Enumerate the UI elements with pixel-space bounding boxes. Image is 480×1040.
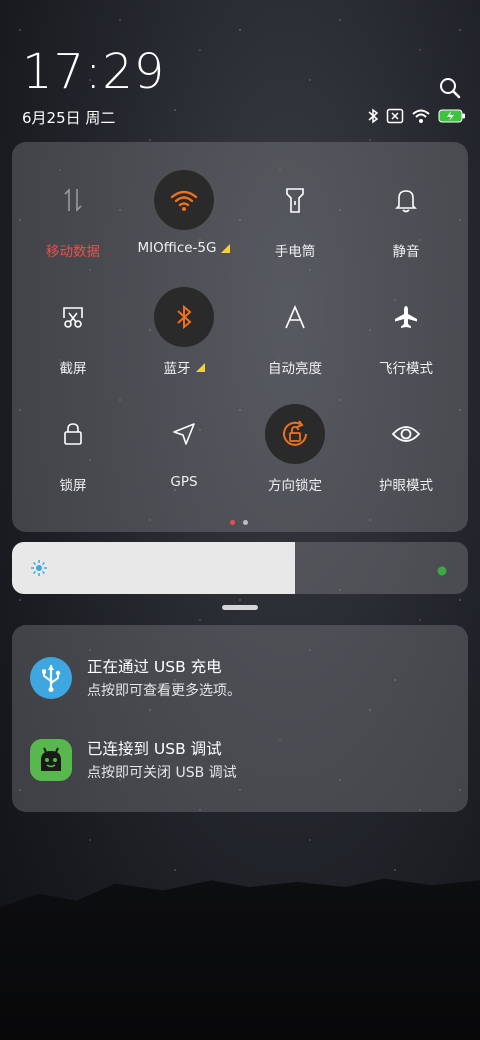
mobile-data-icon xyxy=(43,170,103,230)
warning-triangle-icon xyxy=(221,243,231,253)
quick-setting-tile[interactable]: 移动数据 xyxy=(17,170,129,280)
notification-usb-charging[interactable]: 正在通过 USB 充电 点按即可查看更多选项。 xyxy=(12,647,468,717)
quick-setting-label-text: 方向锁定 xyxy=(268,478,322,494)
quick-setting-label-text: 截屏 xyxy=(59,361,87,377)
quick-setting-tile[interactable]: 手电筒 xyxy=(239,170,351,280)
quick-setting-label: GPS xyxy=(170,474,197,490)
wifi-icon xyxy=(154,170,214,230)
quick-setting-label: 自动亮度 xyxy=(268,357,322,377)
notification-usb-debugging[interactable]: 已连接到 USB 调试 点按即可关闭 USB 调试 xyxy=(12,729,468,799)
notification-body: 点按即可关闭 USB 调试 xyxy=(87,765,237,781)
no-sim-icon xyxy=(386,108,404,128)
page-indicator xyxy=(230,520,248,525)
quick-setting-tile[interactable]: MIOffice-5G xyxy=(128,170,240,280)
bell-icon xyxy=(376,170,436,230)
clock-date: 6月25日 周二 xyxy=(22,109,116,127)
quick-setting-label-text: 飞行模式 xyxy=(379,361,433,377)
quick-setting-tile[interactable]: 截屏 xyxy=(17,287,129,397)
quick-settings-panel: 移动数据 MIOffice-5G 手电筒 静音截屏 蓝牙 自动亮度 飞行模式锁屏 GPS 方向锁… xyxy=(12,142,468,532)
drag-handle[interactable] xyxy=(222,605,258,610)
screenshot-icon xyxy=(43,287,103,347)
quick-setting-tile[interactable]: 锁屏 xyxy=(17,404,129,514)
quick-setting-tile[interactable]: 自动亮度 xyxy=(239,287,351,397)
page-dot-inactive xyxy=(243,520,248,525)
android-icon xyxy=(30,739,72,781)
quick-setting-tile[interactable]: GPS xyxy=(128,404,240,514)
airplane-icon xyxy=(376,287,436,347)
bluetooth-icon xyxy=(154,287,214,347)
quick-setting-label-text: 静音 xyxy=(392,244,420,260)
quick-setting-label: 手电筒 xyxy=(275,240,316,260)
quick-setting-label-text: 锁屏 xyxy=(59,478,87,494)
brightness-slider[interactable] xyxy=(12,542,468,594)
notification-title: 正在通过 USB 充电 xyxy=(87,658,222,676)
quick-setting-label-text: 自动亮度 xyxy=(268,361,322,377)
quick-setting-tile[interactable]: 方向锁定 xyxy=(239,404,351,514)
gps-icon xyxy=(154,404,214,464)
brightness-max-dot xyxy=(436,562,448,581)
search-icon[interactable] xyxy=(438,76,462,100)
sun-low-icon xyxy=(30,559,48,581)
battery-charging-icon xyxy=(438,108,466,128)
wifi-status-icon xyxy=(411,108,431,128)
quick-setting-label: MIOffice-5G xyxy=(138,240,231,256)
brightness-fill xyxy=(12,542,295,594)
quick-setting-label-text: MIOffice-5G xyxy=(137,240,217,256)
flashlight-icon xyxy=(265,170,325,230)
bluetooth-status-icon xyxy=(367,108,379,128)
quick-setting-tile[interactable]: 蓝牙 xyxy=(128,287,240,397)
quick-setting-label: 蓝牙 xyxy=(164,357,205,377)
quick-setting-label-text: 手电筒 xyxy=(274,244,316,260)
quick-setting-label: 静音 xyxy=(393,240,420,260)
quick-setting-label: 移动数据 xyxy=(46,240,100,260)
quick-setting-tile[interactable]: 护眼模式 xyxy=(350,404,462,514)
quick-setting-label: 截屏 xyxy=(60,357,87,377)
warning-triangle-icon xyxy=(195,362,205,372)
status-icons xyxy=(367,108,466,128)
notification-title: 已连接到 USB 调试 xyxy=(87,740,222,758)
notification-card: 正在通过 USB 充电 点按即可查看更多选项。 已连接到 USB 调试 点按即可… xyxy=(12,625,468,812)
auto-brightness-icon xyxy=(265,287,325,347)
quick-setting-label: 护眼模式 xyxy=(379,474,433,494)
notification-body: 点按即可查看更多选项。 xyxy=(87,683,241,699)
quick-setting-tile[interactable]: 飞行模式 xyxy=(350,287,462,397)
eye-icon xyxy=(376,404,436,464)
quick-setting-label-text: 蓝牙 xyxy=(163,361,191,377)
quick-setting-tile[interactable]: 静音 xyxy=(350,170,462,280)
clock-time: 17:29 xyxy=(22,44,166,100)
lock-icon xyxy=(43,404,103,464)
quick-setting-label-text: GPS xyxy=(170,474,198,490)
quick-setting-label-text: 护眼模式 xyxy=(379,478,433,494)
quick-setting-label: 飞行模式 xyxy=(379,357,433,377)
page-dot-active xyxy=(230,520,235,525)
usb-icon xyxy=(30,657,72,699)
quick-setting-label-text: 移动数据 xyxy=(46,244,100,260)
quick-setting-label: 方向锁定 xyxy=(268,474,322,494)
rotation-lock-icon xyxy=(265,404,325,464)
quick-setting-label: 锁屏 xyxy=(60,474,87,494)
